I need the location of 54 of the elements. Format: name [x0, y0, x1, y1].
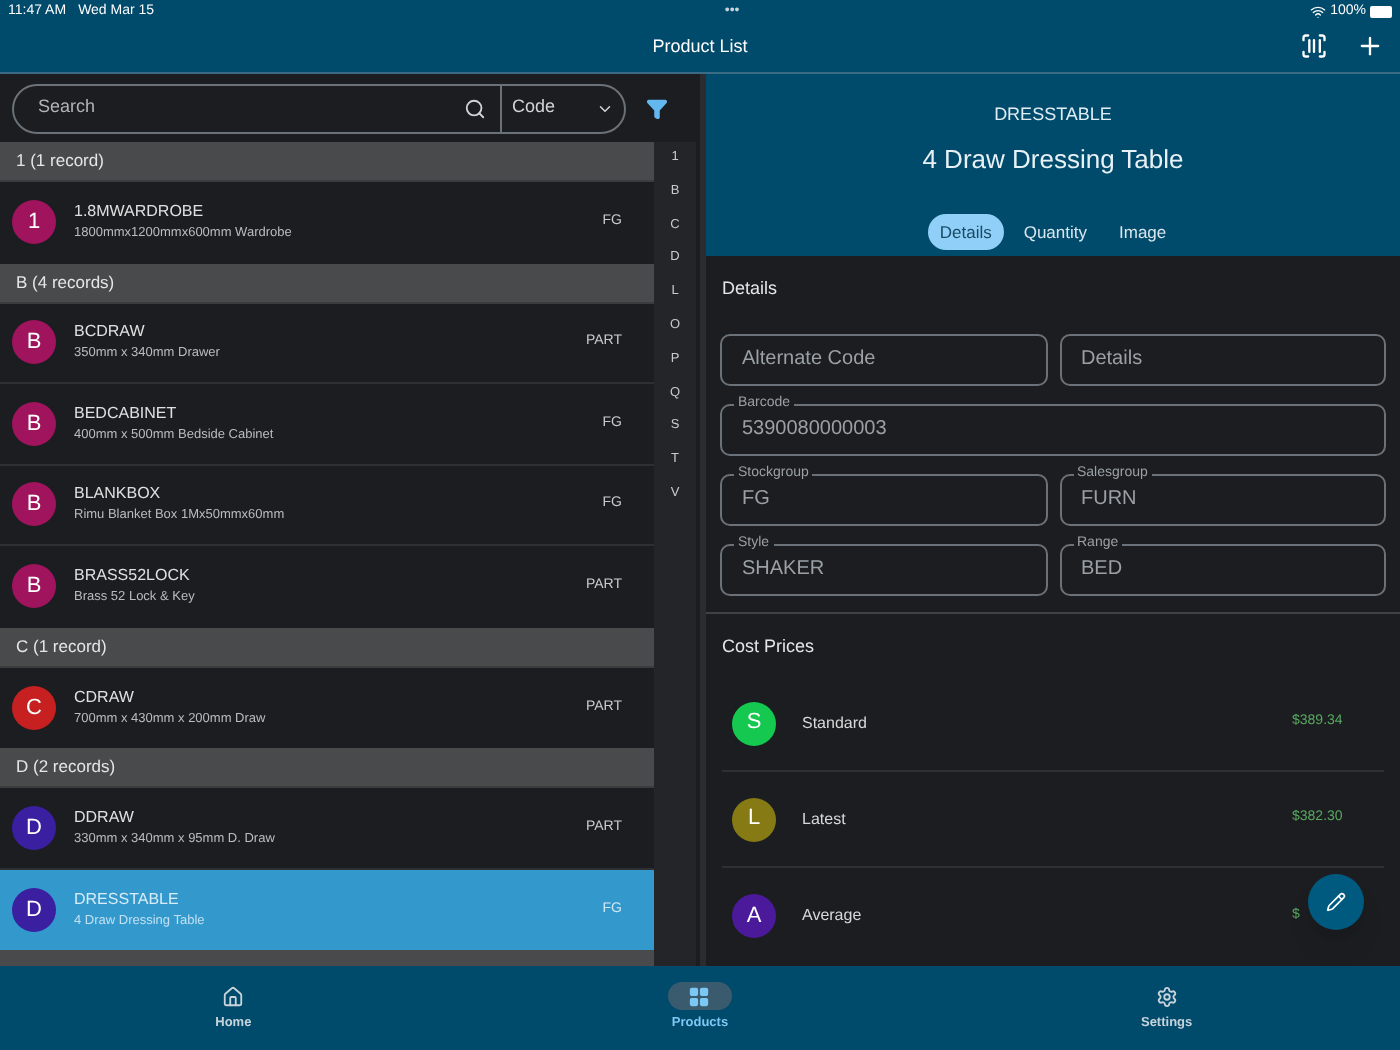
avatar-initial: B: [12, 564, 56, 609]
detail-tab[interactable]: Details: [927, 214, 1004, 250]
avatar-initial: D: [12, 887, 56, 932]
field-dropdown[interactable]: Code: [500, 85, 624, 131]
detail-tab[interactable]: Quantity: [1011, 214, 1099, 250]
section-header: B (4 records): [0, 263, 654, 303]
field-value: SHAKER: [742, 556, 825, 584]
avatar-initial: L: [732, 797, 776, 841]
product-code: BCDRAW: [74, 320, 147, 345]
avatar-initial: A: [732, 894, 776, 938]
pencil-icon: [1326, 892, 1346, 912]
avatar-initial: D: [12, 805, 56, 850]
product-code: 1.8MWARDROBE: [74, 200, 206, 225]
field-value: BED: [1081, 556, 1123, 584]
battery-icon: [1369, 6, 1392, 18]
product-code-heading: DRESSTABLE: [994, 102, 1112, 128]
section-header: D (2 records): [0, 748, 654, 788]
avatar-initial: B: [12, 320, 56, 365]
section-title: Details: [720, 276, 780, 302]
cost-name: Standard: [802, 711, 869, 735]
field-value: FURN: [1081, 486, 1137, 514]
filter-icon[interactable]: [646, 97, 668, 119]
page-title: Product List: [652, 34, 748, 61]
product-code: DRESSTABLE: [74, 887, 181, 912]
product-code: BLANKBOX: [74, 482, 163, 507]
avatar-initial: B: [12, 482, 56, 527]
wifi-icon: [1310, 4, 1327, 20]
section-header: 1 (1 record): [0, 142, 654, 182]
avatar-initial: S: [732, 701, 776, 745]
field-value: FG: [742, 486, 770, 514]
cost-name: Latest: [802, 807, 848, 831]
text-field[interactable]: Alternate Code: [720, 333, 1047, 385]
section-header: C (1 record): [0, 627, 654, 667]
search-field[interactable]: Search Code: [12, 83, 626, 133]
section-title: Cost Prices: [722, 633, 817, 659]
settings-icon: [1155, 985, 1178, 1008]
cost-name: Average: [802, 904, 864, 928]
grid-icon: [688, 985, 711, 1008]
product-code: BEDCABINET: [74, 401, 179, 426]
field-value: 5390080000003: [742, 416, 887, 444]
text-field[interactable]: Details: [1059, 333, 1386, 385]
scan-button[interactable]: [1300, 32, 1328, 60]
product-code: CDRAW: [74, 685, 136, 710]
product-name-heading: 4 Draw Dressing Table: [922, 141, 1184, 178]
add-button[interactable]: [1356, 32, 1384, 60]
product-code: BRASS52LOCK: [74, 564, 192, 589]
avatar-initial: 1: [12, 200, 56, 245]
edit-button[interactable]: [1308, 874, 1364, 930]
product-code: DDRAW: [74, 805, 136, 830]
avatar-initial: B: [12, 401, 56, 446]
search-icon[interactable]: [464, 97, 486, 119]
detail-tab[interactable]: Image: [1107, 214, 1179, 250]
avatar-initial: C: [12, 685, 56, 730]
home-icon: [222, 985, 245, 1008]
